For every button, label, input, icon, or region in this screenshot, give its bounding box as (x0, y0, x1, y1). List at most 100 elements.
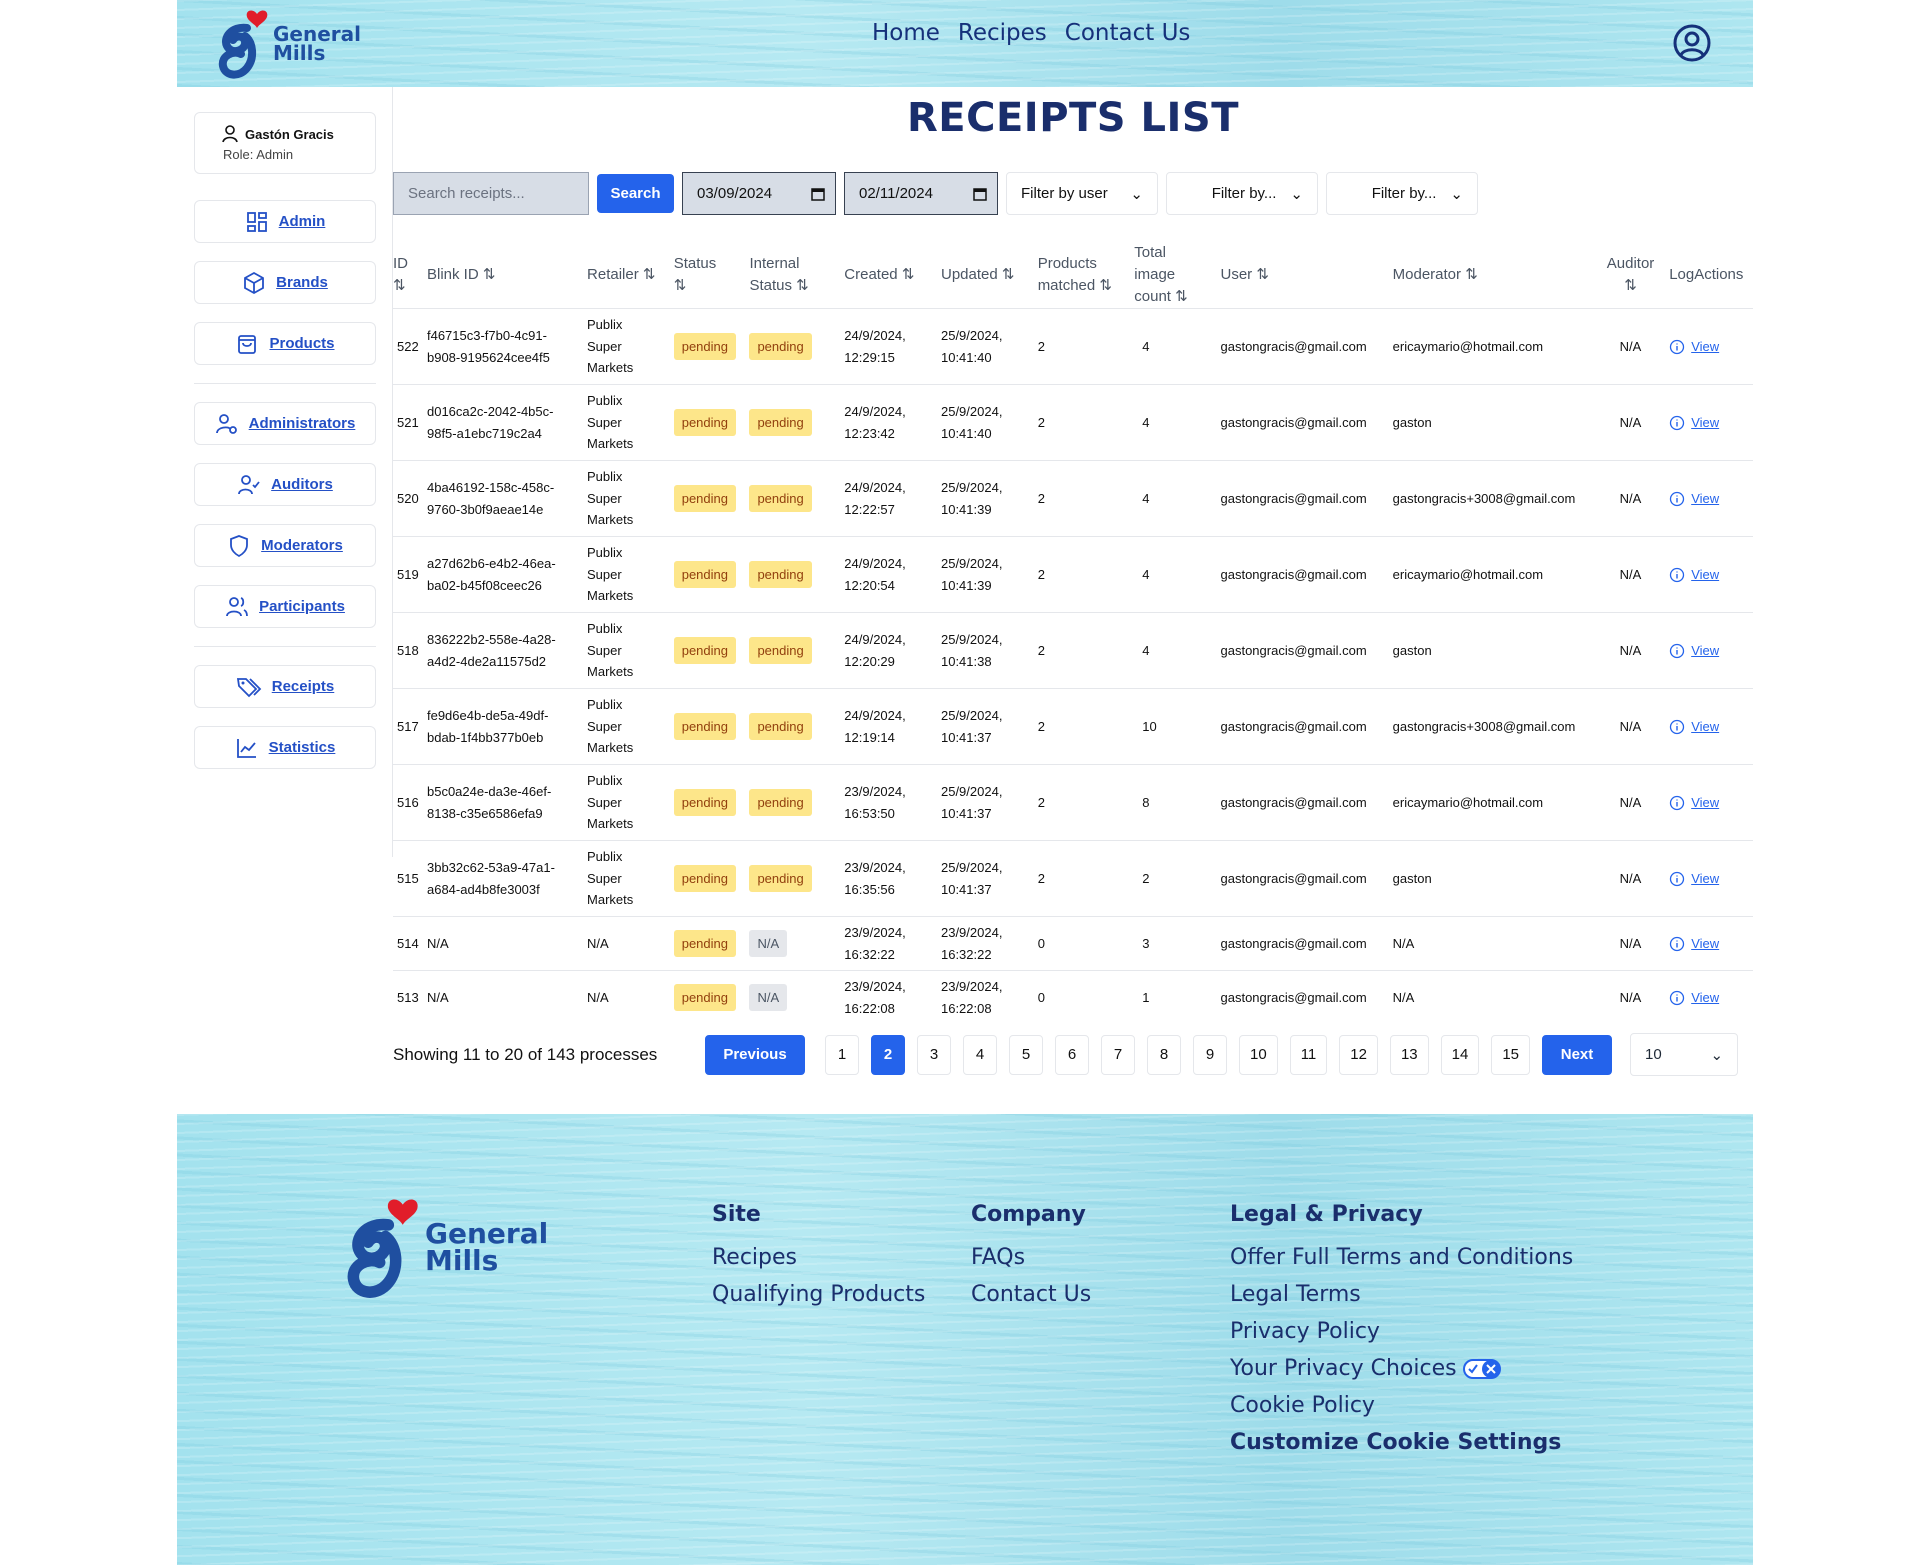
view-link[interactable]: View (1691, 488, 1719, 510)
page-button[interactable]: 1 (825, 1034, 859, 1075)
footer-legal-title: Legal & Privacy (1230, 1202, 1423, 1227)
cell-retailer: Publix Super Markets (583, 308, 670, 385)
next-button[interactable]: Next (1542, 1034, 1613, 1075)
col-internal-status[interactable]: Internal Status ⇅ (745, 242, 840, 309)
col-blink-id[interactable]: Blink ID ⇅ (423, 242, 583, 309)
page-button[interactable]: 10 (1239, 1034, 1278, 1075)
view-link[interactable]: View (1691, 716, 1719, 738)
previous-button[interactable]: Previous (705, 1034, 805, 1075)
col-status[interactable]: Status ⇅ (670, 242, 746, 309)
cell-status: pending (669, 764, 746, 841)
footer-link-privacy-choices[interactable]: Your Privacy Choices (1230, 1356, 1573, 1381)
page-button[interactable]: 13 (1389, 1034, 1429, 1075)
col-retailer[interactable]: Retailer ⇅ (583, 242, 670, 309)
chart-icon (236, 738, 256, 758)
cell-updated: 25/9/2024, 10:41:37 (936, 764, 1034, 841)
page-button[interactable]: 2 (871, 1034, 905, 1075)
filter-by-user-select[interactable]: Filter by user ⌄ (1006, 172, 1158, 215)
footer-logo[interactable]: General Mills (345, 1192, 548, 1304)
info-icon[interactable] (1669, 567, 1685, 583)
general-mills-logo[interactable]: General Mills (217, 6, 361, 82)
sidebar-item-statistics[interactable]: Statistics (194, 726, 376, 769)
date-from-field[interactable]: 03/09/2024 (682, 172, 836, 215)
sidebar-item-admin[interactable]: Admin (194, 200, 376, 243)
view-link[interactable]: View (1691, 868, 1719, 890)
col-products-matched[interactable]: Products matched ⇅ (1034, 242, 1131, 309)
info-icon[interactable] (1669, 936, 1685, 952)
info-icon[interactable] (1669, 643, 1685, 659)
footer-link-recipes[interactable]: Recipes (712, 1245, 925, 1270)
info-icon[interactable] (1669, 719, 1685, 735)
page-button[interactable]: 5 (1009, 1034, 1043, 1075)
sidebar-item-participants[interactable]: Participants (194, 585, 376, 628)
filter-user-label: Filter by user (1021, 185, 1108, 202)
page-button[interactable]: 14 (1440, 1034, 1480, 1075)
view-link[interactable]: View (1691, 933, 1719, 955)
info-icon[interactable] (1669, 990, 1685, 1006)
sidebar-item-moderators[interactable]: Moderators (194, 524, 376, 567)
footer-link-privacy[interactable]: Privacy Policy (1230, 1319, 1573, 1344)
account-icon[interactable] (1673, 24, 1711, 67)
cell-updated: 25/9/2024, 10:41:40 (936, 384, 1034, 461)
sidebar-item-brands[interactable]: Brands (194, 261, 376, 304)
shield-icon (230, 534, 249, 557)
cell-actions: View (1665, 970, 1753, 1024)
view-link[interactable]: View (1691, 792, 1719, 814)
view-link[interactable]: View (1691, 987, 1719, 1009)
sidebar-item-products[interactable]: Products (194, 322, 376, 365)
cell-images: 4 (1130, 308, 1217, 385)
info-icon[interactable] (1669, 415, 1685, 431)
col-moderator[interactable]: Moderator ⇅ (1389, 242, 1596, 309)
page-button[interactable]: 4 (963, 1034, 997, 1075)
sidebar-item-administrators[interactable]: Administrators (194, 402, 376, 445)
sort-icon: ⇅ (1099, 277, 1112, 294)
col-created[interactable]: Created ⇅ (840, 242, 937, 309)
view-link[interactable]: View (1691, 412, 1719, 434)
page-button[interactable]: 3 (917, 1034, 951, 1075)
view-link[interactable]: View (1691, 336, 1719, 358)
info-icon[interactable] (1669, 339, 1685, 355)
filter-select-2[interactable]: Filter by... ⌄ (1166, 172, 1318, 215)
cell-images: 4 (1130, 612, 1217, 689)
view-link[interactable]: View (1691, 564, 1719, 586)
cell-auditor: N/A (1595, 460, 1666, 537)
nav-recipes[interactable]: Recipes (958, 20, 1047, 46)
cell-created: 24/9/2024, 12:29:15 (840, 308, 937, 385)
info-icon[interactable] (1669, 795, 1685, 811)
sidebar-divider (194, 646, 376, 647)
page-button[interactable]: 7 (1101, 1034, 1135, 1075)
page-size-select[interactable]: 10 ⌄ (1630, 1033, 1739, 1076)
footer-link-legal[interactable]: Legal Terms (1230, 1282, 1573, 1307)
col-user[interactable]: User ⇅ (1217, 242, 1389, 309)
footer-link-terms[interactable]: Offer Full Terms and Conditions (1230, 1245, 1573, 1270)
col-auditor[interactable]: Auditor ⇅ (1596, 242, 1665, 309)
nav-home[interactable]: Home (872, 20, 940, 46)
footer-link-contact[interactable]: Contact Us (971, 1282, 1091, 1307)
page-button[interactable]: 11 (1289, 1034, 1328, 1075)
col-total-images[interactable]: Total image count ⇅ (1130, 242, 1216, 309)
page-button[interactable]: 6 (1055, 1034, 1089, 1075)
footer-link-cookie-settings[interactable]: Customize Cookie Settings (1230, 1430, 1573, 1455)
info-icon[interactable] (1669, 491, 1685, 507)
col-id[interactable]: ID ⇅ (393, 242, 423, 309)
footer-link-cookie[interactable]: Cookie Policy (1230, 1393, 1573, 1418)
cube-icon (244, 271, 265, 294)
footer-link-qualifying[interactable]: Qualifying Products (712, 1282, 925, 1307)
info-icon[interactable] (1669, 871, 1685, 887)
date-to-field[interactable]: 02/11/2024 (844, 172, 998, 215)
col-updated[interactable]: Updated ⇅ (937, 242, 1034, 309)
view-link[interactable]: View (1691, 640, 1719, 662)
sidebar-item-receipts[interactable]: Receipts (194, 665, 376, 708)
search-button[interactable]: Search (597, 174, 674, 213)
page-button[interactable]: 15 (1491, 1034, 1531, 1075)
footer-link-faqs[interactable]: FAQs (971, 1245, 1091, 1270)
page-button[interactable]: 12 (1339, 1034, 1378, 1075)
page-button[interactable]: 8 (1147, 1034, 1181, 1075)
search-input[interactable]: Search receipts... (393, 172, 589, 215)
filter-select-3[interactable]: Filter by... ⌄ (1326, 172, 1478, 215)
page-button[interactable]: 9 (1193, 1034, 1227, 1075)
nav-contact[interactable]: Contact Us (1065, 20, 1191, 46)
cell-auditor: N/A (1595, 916, 1666, 971)
sidebar-item-auditors[interactable]: Auditors (194, 463, 376, 506)
cell-internal-status: pending (745, 688, 841, 765)
